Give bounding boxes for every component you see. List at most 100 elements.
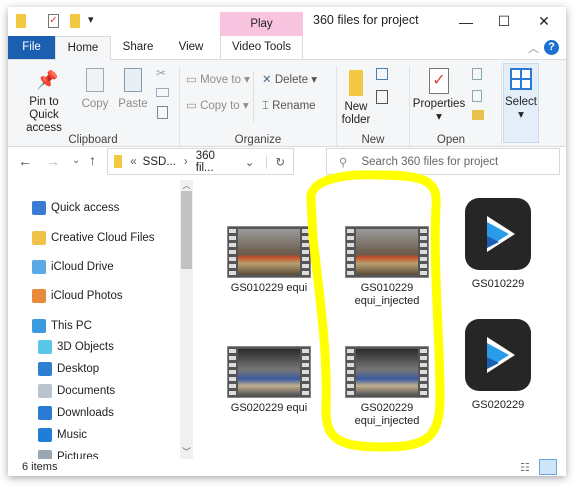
maximize-button[interactable]: ☐	[482, 7, 526, 36]
nav-item-icloud-drive[interactable]: iCloud Drive	[32, 257, 193, 277]
folder-icon	[16, 14, 26, 28]
open-icon[interactable]	[472, 68, 482, 80]
nav-item-label: Desktop	[57, 363, 100, 375]
breadcrumb-360-files[interactable]: 360 fil...	[196, 150, 233, 174]
creative-cloud-files-icon	[32, 231, 46, 245]
refresh-button[interactable]: ↻	[267, 155, 293, 169]
downloads-icon	[38, 406, 52, 420]
contextual-tab-play: Play	[220, 12, 303, 36]
dropdown-arrow: ▾	[518, 109, 524, 121]
tab-home[interactable]: Home	[55, 36, 111, 60]
new-folder-qat-icon[interactable]	[70, 14, 80, 28]
back-button[interactable]: ←	[18, 153, 32, 169]
window-title: 360 files for project	[313, 13, 419, 27]
collapse-ribbon-icon[interactable]: ︿	[528, 40, 539, 56]
nav-item-downloads[interactable]: Downloads	[38, 403, 193, 423]
details-view-button[interactable]: ☷	[520, 461, 530, 474]
rename-icon: ⌶	[262, 100, 269, 112]
search-input[interactable]: ⚲ Search 360 files for project	[326, 148, 560, 175]
pin-icon: 📌	[36, 70, 59, 90]
file-name: GS010229 equi	[230, 282, 308, 294]
documents-icon	[38, 384, 52, 398]
nav-item-desktop[interactable]: Desktop	[38, 359, 193, 379]
tab-share[interactable]: Share	[113, 36, 163, 59]
rename-button[interactable]: ⌶ Rename	[262, 100, 316, 113]
paste-shortcut-icon[interactable]	[157, 106, 168, 119]
nav-item-quick-access[interactable]: Quick access	[32, 198, 193, 218]
nav-item-3d-objects[interactable]: 3D Objects	[38, 337, 193, 357]
move-to-button[interactable]: ▭ Move to ▾	[186, 74, 250, 87]
tab-view[interactable]: View	[168, 36, 214, 59]
qat-dropdown-icon[interactable]: ▾	[88, 13, 94, 26]
file-item[interactable]: GS010229 equi_injected	[332, 226, 442, 308]
select-icon	[510, 68, 532, 90]
scroll-down-icon[interactable]: ﹀	[180, 445, 193, 458]
video-thumbnail-icon	[227, 226, 311, 278]
icloud-drive-icon	[32, 260, 46, 274]
quick-access-icon	[32, 201, 46, 215]
paste-button[interactable]: Paste	[118, 64, 148, 111]
search-placeholder: Search 360 files for project	[361, 155, 499, 168]
icloud-photos-icon	[32, 289, 46, 303]
copy-path-icon[interactable]	[156, 88, 169, 97]
copy-icon	[86, 68, 104, 92]
divider	[253, 72, 254, 122]
up-button[interactable]: ↑	[89, 152, 96, 168]
edit-icon[interactable]	[472, 90, 482, 102]
status-bar: 6 items ☷	[8, 459, 566, 476]
address-bar[interactable]: « SSD... › 360 fil... ⌄ ↻	[107, 148, 294, 175]
file-list: GS010229 equi GS010229 equi_injected GS010…	[200, 180, 566, 460]
address-dropdown-icon[interactable]: ⌄	[233, 154, 268, 169]
nav-item-label: Documents	[57, 385, 116, 397]
cut-icon[interactable]: ✂	[156, 66, 166, 80]
select-button[interactable]: Select ▾	[503, 63, 539, 143]
nav-item-label: 3D Objects	[57, 341, 114, 353]
close-button[interactable]: ✕	[522, 7, 566, 36]
file-item[interactable]: GS010229 equi	[214, 226, 324, 295]
file-name: GS020229 equi	[230, 402, 308, 414]
recent-locations-button[interactable]: ⌄	[72, 155, 80, 166]
video-player-app-icon	[465, 319, 531, 391]
file-name: GS010229 equi_injected	[354, 282, 420, 307]
file-item[interactable]: GS020229 equi	[214, 346, 324, 415]
properties-qat-icon[interactable]: ✓	[48, 14, 59, 28]
tab-video-tools[interactable]: Video Tools	[220, 36, 303, 59]
copy-button[interactable]: Copy	[80, 64, 110, 111]
delete-button[interactable]: ✕ Delete ▾	[262, 74, 317, 87]
nav-item-creative-cloud-files[interactable]: Creative Cloud Files	[32, 228, 193, 248]
group-new-label: New	[361, 134, 385, 146]
delete-icon: ✕	[262, 74, 272, 86]
file-item[interactable]: GS020229	[443, 319, 553, 412]
nav-item-label: iCloud Photos	[51, 290, 123, 302]
video-player-app-icon	[465, 198, 531, 270]
breadcrumb-separator-icon: ›	[183, 155, 188, 168]
history-icon[interactable]	[472, 110, 484, 120]
large-icons-view-button[interactable]	[539, 459, 557, 475]
nav-item-this-pc[interactable]: This PC	[32, 316, 193, 336]
help-icon[interactable]: ?	[544, 40, 559, 55]
easy-access-icon[interactable]	[376, 90, 388, 104]
new-folder-button[interactable]: New folder	[341, 64, 371, 127]
this-pc-icon	[32, 319, 46, 333]
nav-scrollbar[interactable]: ︿ ﹀	[180, 180, 193, 460]
nav-item-documents[interactable]: Documents	[38, 381, 193, 401]
dropdown-arrow: ▾	[436, 111, 442, 123]
video-thumbnail-icon	[227, 346, 311, 398]
tab-file[interactable]: File	[8, 36, 55, 59]
scroll-thumb[interactable]	[181, 191, 192, 269]
forward-button[interactable]: →	[46, 153, 60, 169]
nav-item-icloud-photos[interactable]: iCloud Photos	[32, 286, 193, 306]
file-item[interactable]: GS010229	[443, 198, 553, 291]
overflow-chevron[interactable]: «	[130, 156, 136, 168]
music-icon	[38, 428, 52, 442]
copy-to-button[interactable]: ▭ Copy to ▾	[186, 100, 249, 113]
new-item-icon[interactable]	[376, 68, 388, 80]
scroll-up-icon[interactable]: ︿	[180, 180, 193, 191]
file-item[interactable]: GS020229 equi_injected	[332, 346, 442, 428]
properties-button[interactable]: ✓ Properties ▾	[412, 64, 466, 124]
video-thumbnail-icon	[345, 346, 429, 398]
nav-item-music[interactable]: Music	[38, 425, 193, 445]
breadcrumb-ssd[interactable]: SSD...	[143, 156, 176, 168]
pin-to-quick-access-button[interactable]: 📌 Pin to Quick access	[14, 64, 74, 135]
paste-icon	[124, 68, 142, 92]
